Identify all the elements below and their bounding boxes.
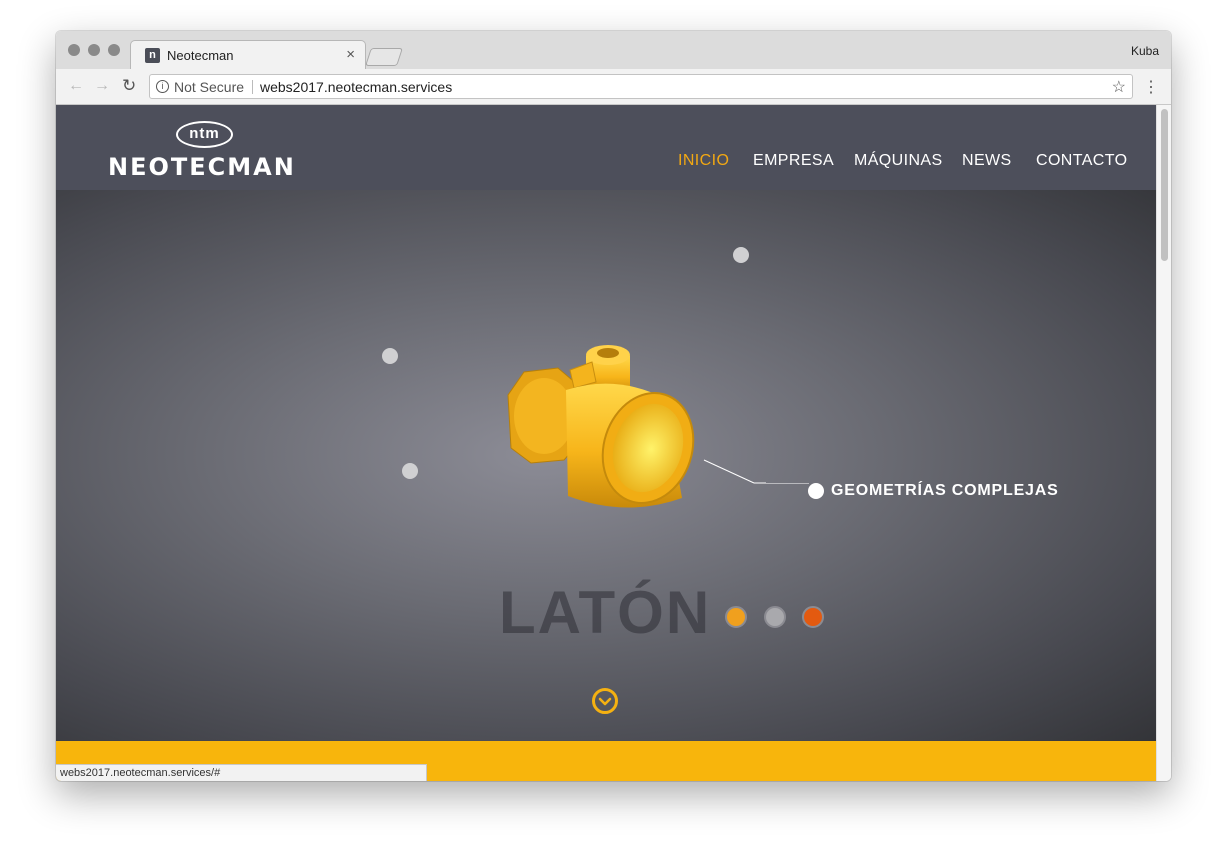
browser-menu-icon[interactable]: ⋮ [1143, 77, 1159, 97]
brass-valve-image [507, 345, 766, 508]
minimize-window-button[interactable] [88, 44, 100, 56]
callout-line [754, 483, 809, 484]
status-bar-url: webs2017.neotecman.services/# [56, 764, 427, 781]
tab-close-icon[interactable]: × [346, 46, 355, 63]
url-text[interactable]: webs2017.neotecman.services [260, 79, 452, 95]
logo-wordmark[interactable]: NEOTECMAN [108, 153, 296, 181]
hotspot-dot[interactable] [733, 247, 749, 263]
hotspot-dot[interactable] [382, 348, 398, 364]
hero-slider: GEOMETRÍAS COMPLEJAS LATÓN [56, 190, 1156, 741]
site-header: ntm NEOTECMAN INICIO EMPRESA MÁQUINAS NE… [56, 105, 1156, 190]
info-icon[interactable]: i [156, 80, 169, 93]
tab-title: Neotecman [167, 48, 234, 63]
nav-contacto[interactable]: CONTACTO [1036, 152, 1128, 170]
forward-icon[interactable]: → [94, 77, 110, 95]
slide-dot-silver[interactable] [764, 606, 786, 628]
chevron-down-icon [598, 697, 612, 706]
address-bar[interactable]: i Not Secure webs2017.neotecman.services… [149, 74, 1133, 99]
close-window-button[interactable] [68, 44, 80, 56]
browser-toolbar: ← → ↻ i Not Secure webs2017.neotecman.se… [56, 69, 1171, 105]
bookmark-star-icon[interactable]: ☆ [1112, 77, 1126, 97]
scroll-down-button[interactable] [592, 688, 618, 714]
slide-dot-copper[interactable] [802, 606, 824, 628]
nav-news[interactable]: NEWS [962, 152, 1012, 170]
tab-bar: n Neotecman × Kuba [56, 31, 1171, 70]
reload-icon[interactable]: ↻ [122, 76, 136, 96]
profile-name[interactable]: Kuba [1131, 44, 1159, 58]
hotspot-dot[interactable] [402, 463, 418, 479]
page-scrollbar[interactable] [1156, 105, 1171, 781]
material-label: LATÓN [499, 579, 712, 646]
logo-badge-text: ntm [189, 125, 220, 142]
site-favicon-icon: n [145, 48, 160, 63]
hero-callout: GEOMETRÍAS COMPLEJAS [831, 482, 1059, 499]
page-viewport: ntm NEOTECMAN INICIO EMPRESA MÁQUINAS NE… [56, 105, 1156, 781]
browser-tab[interactable]: n Neotecman × [130, 40, 366, 70]
logo-badge[interactable]: ntm [176, 121, 233, 148]
security-label[interactable]: Not Secure [174, 79, 244, 95]
scrollbar-thumb[interactable] [1161, 109, 1168, 261]
zoom-window-button[interactable] [108, 44, 120, 56]
callout-dot[interactable] [808, 483, 824, 499]
nav-empresa[interactable]: EMPRESA [753, 152, 834, 170]
nav-maquinas[interactable]: MÁQUINAS [854, 152, 943, 170]
new-tab-button[interactable] [365, 48, 403, 66]
slide-dot-orange[interactable] [725, 606, 747, 628]
nav-inicio[interactable]: INICIO [678, 152, 729, 170]
browser-window: n Neotecman × Kuba ← → ↻ i Not Secure we… [56, 31, 1171, 781]
back-icon[interactable]: ← [68, 77, 84, 95]
address-separator [252, 80, 253, 94]
